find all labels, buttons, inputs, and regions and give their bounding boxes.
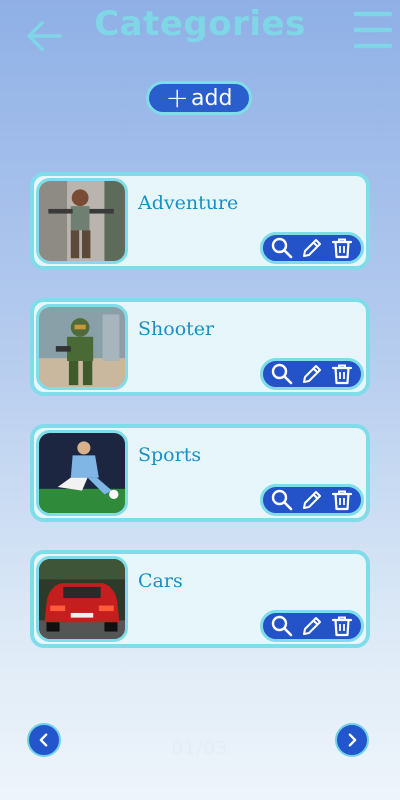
category-name: Cars bbox=[138, 570, 183, 592]
add-button-label: add bbox=[191, 85, 233, 111]
search-icon[interactable] bbox=[269, 361, 295, 387]
category-card-sports[interactable]: Sports bbox=[30, 424, 370, 522]
category-name: Sports bbox=[138, 444, 202, 466]
trash-icon[interactable] bbox=[329, 613, 355, 639]
football-player-image bbox=[36, 430, 128, 516]
card-actions bbox=[260, 232, 364, 264]
chevron-right-icon bbox=[348, 733, 357, 747]
red-car-image bbox=[36, 556, 128, 642]
category-name: Adventure bbox=[138, 192, 239, 214]
adventure-character-image bbox=[36, 178, 128, 264]
search-icon[interactable] bbox=[269, 235, 295, 261]
shooter-soldier-image bbox=[36, 304, 128, 390]
pencil-icon[interactable] bbox=[299, 361, 325, 387]
card-actions bbox=[260, 484, 364, 516]
top-bar: Categories bbox=[0, 0, 400, 60]
card-actions bbox=[260, 610, 364, 642]
category-card-cars[interactable]: Cars bbox=[30, 550, 370, 648]
trash-icon[interactable] bbox=[329, 487, 355, 513]
category-card-adventure[interactable]: Adventure bbox=[30, 172, 370, 270]
category-card-shooter[interactable]: Shooter bbox=[30, 298, 370, 396]
search-icon[interactable] bbox=[269, 487, 295, 513]
pencil-icon[interactable] bbox=[299, 235, 325, 261]
search-icon[interactable] bbox=[269, 613, 295, 639]
trash-icon[interactable] bbox=[329, 361, 355, 387]
add-category-button[interactable]: + add bbox=[146, 81, 252, 115]
hamburger-menu-icon[interactable] bbox=[352, 10, 394, 50]
next-page-button[interactable] bbox=[335, 723, 369, 757]
pencil-icon[interactable] bbox=[299, 487, 325, 513]
plus-icon: + bbox=[165, 81, 190, 114]
card-actions bbox=[260, 358, 364, 390]
page-title: Categories bbox=[94, 4, 306, 44]
category-name: Shooter bbox=[138, 318, 215, 340]
pencil-icon[interactable] bbox=[299, 613, 325, 639]
trash-icon[interactable] bbox=[329, 235, 355, 261]
